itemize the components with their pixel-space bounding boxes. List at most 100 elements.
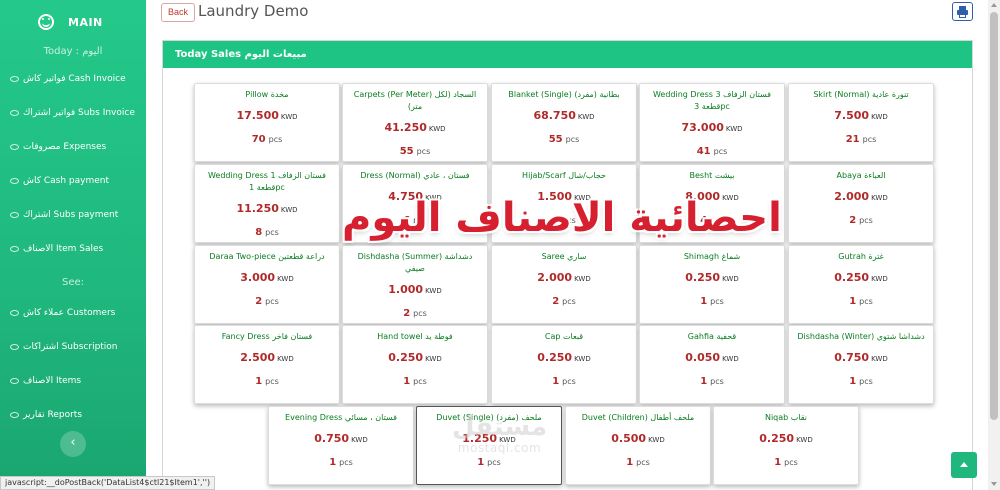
sidebar-item-4[interactable]: كاش Cash payment bbox=[0, 164, 146, 198]
item-quantity-value: 2 bbox=[255, 296, 263, 307]
item-card[interactable]: Shimagh شماغ 0.250 KWD 1 pcs bbox=[639, 245, 785, 324]
item-quantity-value: 8 bbox=[255, 227, 263, 238]
item-price-amount: 0.250 bbox=[759, 432, 795, 445]
sidebar-item-1[interactable]: فواتير كاش Cash Invoice bbox=[0, 62, 146, 96]
back-button[interactable]: Back bbox=[161, 3, 196, 22]
item-card[interactable]: Cap قبعات 0.250 KWD 1 pcs bbox=[491, 325, 637, 404]
item-name: Pillow مخدة bbox=[245, 90, 289, 99]
item-price-amount: 7.500 bbox=[834, 109, 870, 122]
item-card[interactable]: Dishdasha (Winter) دشداشا شتوي 0.750 KWD 1 p… bbox=[788, 325, 934, 404]
item-price-amount: 0.050 bbox=[685, 351, 721, 364]
item-quantity: 55 pcs bbox=[492, 127, 636, 146]
item-price-amount: 4.750 bbox=[388, 190, 424, 203]
item-currency: KWD bbox=[871, 355, 888, 363]
sidebar: MAIN Today : اليوم فواتير كاش Cash Invoi… bbox=[0, 0, 146, 490]
item-price-amount: 2.000 bbox=[537, 271, 573, 284]
eye-icon bbox=[10, 310, 19, 316]
sidebar-item-label: فواتير كاش Cash Invoice bbox=[23, 74, 126, 84]
sidebar-item-3[interactable]: مصروفات Expenses bbox=[0, 130, 146, 164]
item-quantity-value: 21 bbox=[845, 134, 860, 145]
item-card[interactable]: Besht بيشت 8.000 KWD 4 pcs bbox=[639, 164, 785, 243]
brand-name: MAIN bbox=[68, 15, 103, 29]
sidebar-item-4[interactable]: تقارير Reports bbox=[0, 398, 146, 432]
item-unit: pcs bbox=[265, 377, 279, 386]
item-quantity: 1 pcs bbox=[566, 450, 710, 469]
item-currency: KWD bbox=[871, 275, 888, 283]
item-price: 68.750 KWD bbox=[492, 104, 636, 123]
item-card[interactable]: Fancy Dress فستان فاخر 2.500 KWD 1 pcs bbox=[194, 325, 340, 404]
scroll-up-arrow-icon[interactable] bbox=[991, 3, 997, 7]
item-card[interactable]: Dress (Normal) فستان ، عادي 4.750 KWD 6 pcs bbox=[342, 164, 488, 243]
item-price-amount: 0.250 bbox=[537, 351, 573, 364]
scroll-down-arrow-icon[interactable] bbox=[991, 482, 997, 486]
item-card[interactable]: Gahfia قحفية 0.050 KWD 1 pcs bbox=[639, 325, 785, 404]
item-card[interactable]: Saree ساري 2.000 KWD 2 pcs bbox=[491, 245, 637, 324]
item-price: 1.500 KWD bbox=[492, 185, 636, 204]
item-price-amount: 8.000 bbox=[685, 190, 721, 203]
item-price: 2.000 KWD bbox=[492, 266, 636, 285]
item-quantity: 1 pcs bbox=[417, 450, 561, 469]
sidebar-item-label: تقارير Reports bbox=[23, 410, 83, 420]
item-unit: pcs bbox=[416, 147, 431, 156]
item-unit: pcs bbox=[562, 216, 576, 225]
collapse-sidebar-button[interactable]: ‹ bbox=[60, 431, 86, 457]
item-card[interactable]: Duvet (Single) ملحف (مفرد) 1.250 KWD 1 pcs bbox=[416, 406, 562, 485]
sidebar-item-6[interactable]: الاصناف Item Sales bbox=[0, 232, 146, 266]
item-card[interactable]: Dishdasha (Summer) دشداشة صيفي 1.000 KWD 2 p… bbox=[342, 245, 488, 324]
item-price-amount: 17.500 bbox=[236, 109, 279, 122]
sidebar-item-3[interactable]: الاصناف Items bbox=[0, 364, 146, 398]
item-quantity: 1 pcs bbox=[640, 289, 784, 308]
item-quantity-value: 1 bbox=[700, 376, 708, 387]
item-card[interactable]: Carpets (Per Meter) السجاد (لكل متر) 41.2… bbox=[342, 83, 488, 162]
item-card[interactable]: Wedding Dress فستان الزفاف 3 قطعة 3pc 73.… bbox=[639, 83, 785, 162]
item-card[interactable]: Hand towel فوطة يد 0.250 KWD 1 pcs bbox=[342, 325, 488, 404]
sidebar-item-2[interactable]: اشتراكات Subscription bbox=[0, 330, 146, 364]
item-price: 73.000 KWD bbox=[640, 116, 784, 135]
item-card[interactable]: Blanket (Single) بطانية (مفرد) 68.750 KWD 5… bbox=[491, 83, 637, 162]
item-price-amount: 1.000 bbox=[388, 283, 424, 296]
sidebar-item-label: مصروفات Expenses bbox=[23, 142, 107, 152]
item-currency: KWD bbox=[871, 113, 888, 121]
sidebar-item-1[interactable]: عملاء كاش Customers bbox=[0, 296, 146, 330]
item-price: 0.250 KWD bbox=[343, 346, 487, 365]
item-currency: KWD bbox=[648, 436, 665, 444]
item-card[interactable]: Evening Dress فستان ، مسائي 0.750 KWD 1 pcs bbox=[268, 406, 414, 485]
scroll-thumb[interactable] bbox=[990, 12, 998, 420]
item-card[interactable]: Duvet (Children) ملحف أطفال 0.500 KWD 1 pcs bbox=[565, 406, 711, 485]
item-unit: pcs bbox=[710, 216, 724, 225]
item-card[interactable]: Daraa Two-piece دراعة قطعتين 3.000 KWD 2 pcs bbox=[194, 245, 340, 324]
item-card[interactable]: Gutrah غترة 0.250 KWD 1 pcs bbox=[788, 245, 934, 324]
item-price-amount: 2.000 bbox=[834, 190, 870, 203]
item-price-amount: 73.000 bbox=[681, 121, 724, 134]
sidebar-item-5[interactable]: اشتراك Subs payment bbox=[0, 198, 146, 232]
item-name: Duvet (Single) ملحف (مفرد) bbox=[436, 413, 542, 422]
eye-icon bbox=[10, 212, 19, 218]
print-button[interactable] bbox=[952, 2, 973, 21]
scroll-to-top-button[interactable] bbox=[951, 452, 977, 478]
item-quantity: 2 pcs bbox=[343, 301, 487, 320]
sidebar-item-label: الاصناف Items bbox=[23, 376, 82, 386]
item-price-amount: 41.250 bbox=[384, 121, 427, 134]
smile-icon bbox=[38, 14, 54, 30]
scrollbar[interactable] bbox=[988, 0, 1000, 490]
item-unit: pcs bbox=[265, 228, 279, 237]
item-card[interactable]: Abaya العباءة 2.000 KWD 2 pcs bbox=[788, 164, 934, 243]
item-card[interactable]: Skirt (Normal) تنورة عادية 7.500 KWD 21 pcs bbox=[788, 83, 934, 162]
item-name: Besht بيشت bbox=[689, 171, 735, 180]
item-currency: KWD bbox=[280, 113, 298, 121]
item-card[interactable]: Wedding Dress فستان الزفاف 1 قطعة 1pc 11.… bbox=[194, 164, 340, 243]
sidebar-item-2[interactable]: فواتير اشتراك Subs Invoice bbox=[0, 96, 146, 130]
item-card[interactable]: Niqab نقاب 0.250 KWD 1 pcs bbox=[713, 406, 859, 485]
brand[interactable]: MAIN bbox=[0, 0, 146, 44]
item-name: Abaya العباءة bbox=[836, 171, 886, 180]
item-price-amount: 0.500 bbox=[611, 432, 647, 445]
sidebar-item-label: الاصناف Item Sales bbox=[23, 244, 104, 254]
item-name: Wedding Dress فستان الزفاف 3 قطعة 3pc bbox=[652, 90, 771, 111]
sidebar-item-label: كاش Cash payment bbox=[23, 176, 110, 186]
item-unit: pcs bbox=[859, 216, 873, 225]
item-unit: pcs bbox=[413, 309, 427, 318]
item-card[interactable]: Pillow مخدة 17.500 KWD 70 pcs bbox=[194, 83, 340, 162]
item-card[interactable]: Hijab/Scarf حجاب/شال 1.500 KWD 4 pcs bbox=[491, 164, 637, 243]
item-unit: pcs bbox=[784, 458, 798, 467]
item-name: Evening Dress فستان ، مسائي bbox=[285, 413, 397, 422]
